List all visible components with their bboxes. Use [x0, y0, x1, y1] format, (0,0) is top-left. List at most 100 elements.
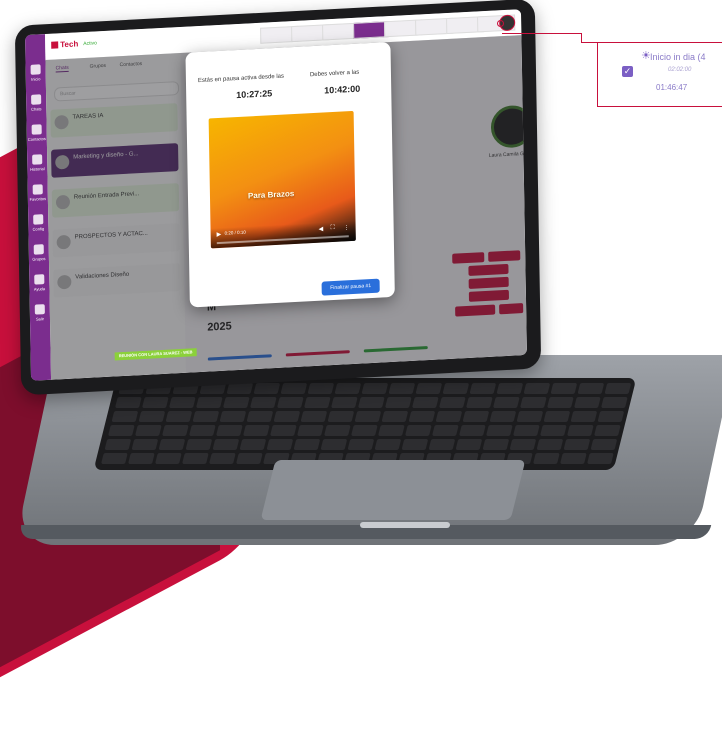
laptop-keyboard [94, 378, 637, 470]
keyboard-key [405, 425, 432, 436]
keyboard-key [354, 411, 381, 422]
sidebar-label: Config [29, 226, 47, 232]
keyboard-key [439, 397, 466, 408]
tag-chip[interactable] [51, 359, 83, 361]
keyboard-key [432, 425, 459, 436]
sidebar-icon[interactable] [34, 274, 44, 285]
keyboard-key [277, 397, 304, 408]
keyboard-key [594, 425, 621, 436]
video-progress[interactable] [217, 235, 349, 244]
keyboard-key [155, 453, 182, 464]
keyboard-key [483, 439, 510, 450]
keyboard-key [331, 397, 358, 408]
volume-icon[interactable]: ◀ [319, 226, 324, 233]
sidebar-label: Salir [31, 316, 49, 322]
keyboard-key [186, 439, 213, 450]
keyboard-key [169, 397, 196, 408]
keyboard-key [135, 425, 162, 436]
keyboard-key [297, 425, 324, 436]
keyboard-key [240, 439, 267, 450]
keyboard-key [351, 425, 378, 436]
keyboard-key [267, 439, 294, 450]
paused-since-label: Estás en pausa activa desde las [198, 74, 284, 85]
keyboard-key [324, 425, 351, 436]
app-logo[interactable]: Tech [51, 39, 78, 49]
keyboard-key [321, 439, 348, 450]
keyboard-key [115, 397, 142, 408]
keyboard-key [574, 397, 601, 408]
sidebar-icon[interactable] [33, 184, 43, 195]
keyboard-key [111, 411, 138, 422]
keyboard-key [597, 411, 624, 422]
keyboard-key [216, 425, 243, 436]
keyboard-key [101, 453, 128, 464]
sidebar-icon[interactable] [31, 64, 41, 75]
keyboard-key [516, 411, 543, 422]
keyboard-key [601, 397, 628, 408]
keyboard-key [402, 439, 429, 450]
video-controls: ▶ 0:20 / 0:10 ◀ ⛶ ⋮ [211, 221, 356, 249]
sidebar-icon[interactable] [35, 304, 45, 315]
sidebar-icon[interactable] [32, 124, 42, 135]
sidebar-icon[interactable] [33, 214, 43, 225]
sidebar-icon[interactable] [31, 94, 41, 105]
keyboard-key [456, 439, 483, 450]
keyboard-key [132, 439, 159, 450]
tag-chip[interactable] [83, 357, 115, 359]
keyboard-key [496, 383, 523, 394]
video-title: Para Brazos [248, 189, 294, 200]
keyboard-key [604, 383, 631, 394]
finish-pause-button[interactable]: Finalizar pausa #1 [322, 279, 380, 296]
keyboard-key [334, 383, 361, 394]
keyboard-key [192, 411, 219, 422]
keyboard-key [246, 411, 273, 422]
keyboard-key [304, 397, 331, 408]
keyboard-key [459, 425, 486, 436]
highlight-dot [497, 20, 504, 27]
keyboard-key [567, 425, 594, 436]
keyboard-key [577, 383, 604, 394]
more-options-icon[interactable]: ⋮ [344, 224, 350, 231]
keyboard-key [435, 411, 462, 422]
keyboard-key [429, 439, 456, 450]
keyboard-key [466, 397, 493, 408]
logo-text: Tech [60, 39, 78, 49]
sidebar-icon[interactable] [34, 244, 44, 255]
keyboard-key [378, 425, 405, 436]
keyboard-key [570, 411, 597, 422]
keyboard-key [273, 411, 300, 422]
keyboard-key [226, 383, 253, 394]
checkbox-icon[interactable]: ✓ [622, 66, 633, 77]
return-label: Debes volver a las [310, 70, 359, 79]
sidebar-icon[interactable] [32, 154, 42, 165]
keyboard-key [469, 383, 496, 394]
keyboard-key [243, 425, 270, 436]
sidebar-label: Favoritos [29, 196, 47, 202]
status-indicator[interactable]: Activo [83, 40, 97, 47]
callout-line-h2 [581, 42, 598, 43]
exercise-video[interactable]: Para Brazos ▶ 0:20 / 0:10 ◀ ⛶ ⋮ [209, 111, 356, 248]
keyboard-key [209, 453, 236, 464]
keyboard-key [159, 439, 186, 450]
sidebar-label: Ayuda [30, 286, 48, 292]
keyboard-key [489, 411, 516, 422]
keyboard-key [493, 397, 520, 408]
keyboard-key [415, 383, 442, 394]
keyboard-key [442, 383, 469, 394]
keyboard-key [523, 383, 550, 394]
keyboard-key [375, 439, 402, 450]
tag-chip[interactable] [197, 352, 229, 354]
keyboard-key [105, 439, 132, 450]
fullscreen-icon[interactable]: ⛶ [331, 225, 335, 232]
callout-box: ✓ ☀ Inicio in dia (4 02:02:00 01:46:47 [597, 42, 722, 107]
keyboard-key [162, 425, 189, 436]
keyboard-key [307, 383, 334, 394]
keyboard-key [537, 439, 564, 450]
keyboard-key [142, 397, 169, 408]
keyboard-key [165, 411, 192, 422]
play-icon[interactable]: ▶ [217, 231, 222, 238]
keyboard-key [388, 383, 415, 394]
keyboard-key [591, 439, 618, 450]
keyboard-key [189, 425, 216, 436]
keyboard-key [294, 439, 321, 450]
